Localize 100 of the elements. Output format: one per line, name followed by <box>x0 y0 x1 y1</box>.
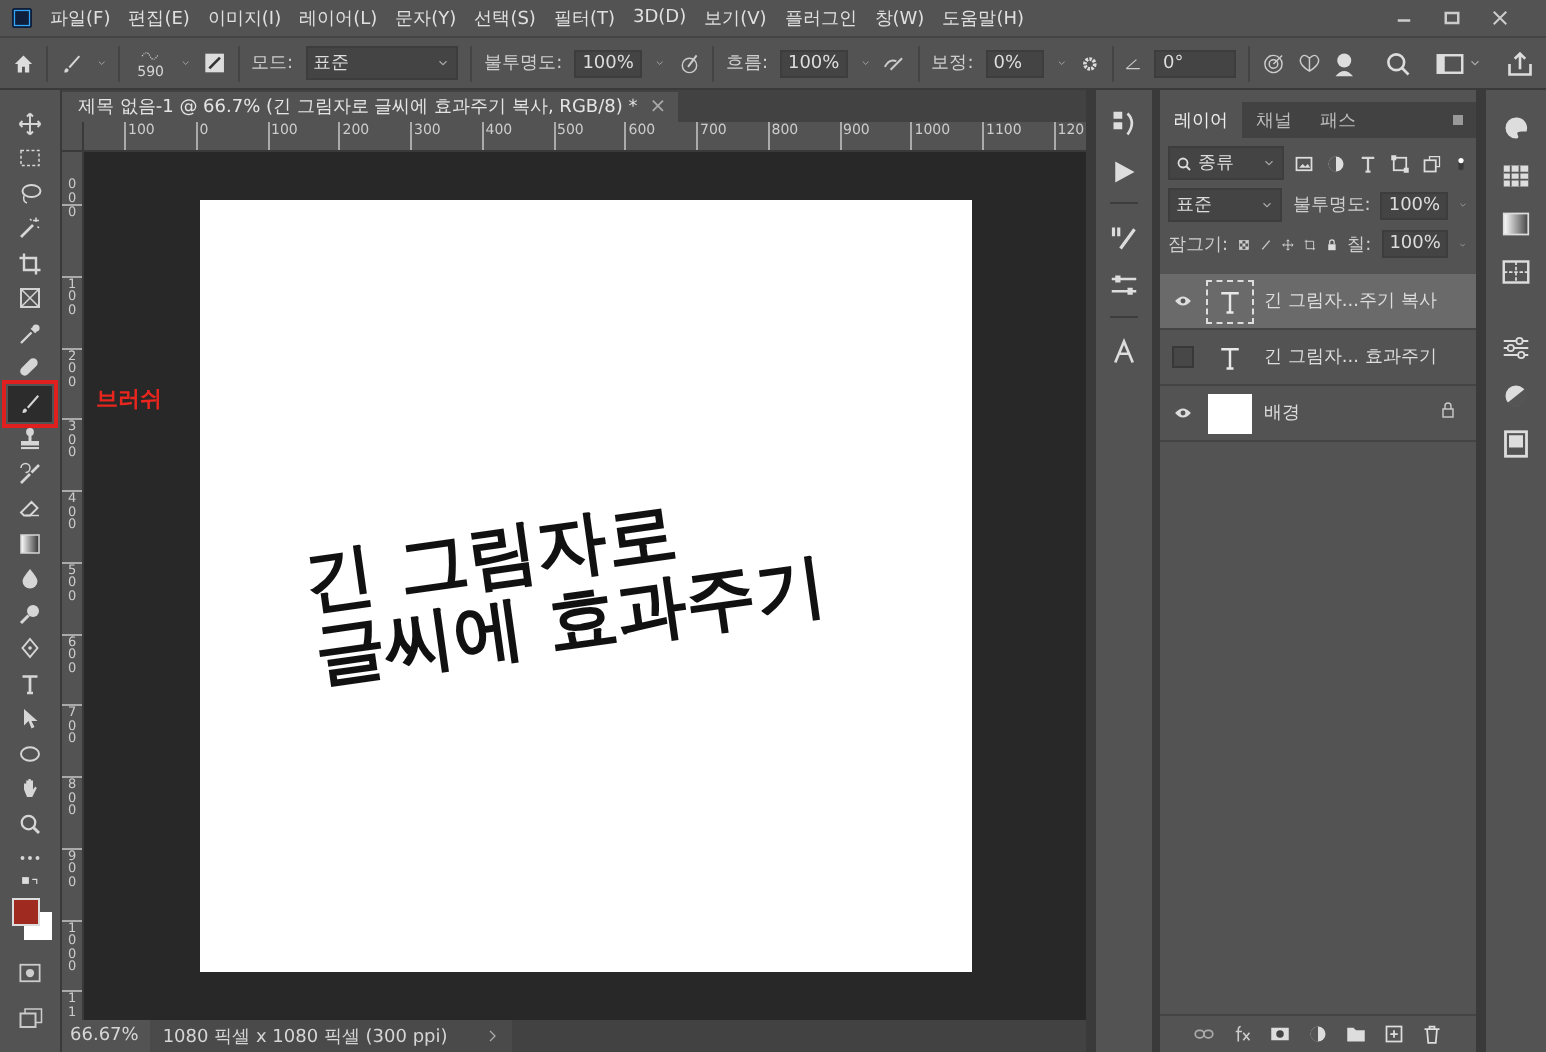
history-brush-icon[interactable] <box>18 461 42 486</box>
menu-item[interactable]: 플러그인 <box>784 5 857 31</box>
share-icon[interactable] <box>1506 49 1534 77</box>
pen-tool-icon[interactable] <box>18 636 42 661</box>
adjustments-sliders-icon[interactable] <box>1502 334 1530 362</box>
brush-settings-icon[interactable] <box>1110 224 1138 252</box>
menu-item[interactable]: 도움말(H) <box>942 5 1024 31</box>
pattern-grid-icon[interactable] <box>1502 258 1530 286</box>
layer-row[interactable]: 배경 <box>1160 386 1476 442</box>
trash-icon[interactable] <box>1422 1024 1442 1044</box>
marquee-tool-icon[interactable] <box>18 146 42 171</box>
image-filter-icon[interactable] <box>1294 153 1314 173</box>
document-tab[interactable]: 제목 없음-1 @ 66.7% (긴 그림자로 글씨에 효과주기 복사, RGB/8) * × <box>62 92 679 122</box>
frame-tool-icon[interactable] <box>18 286 42 311</box>
type-filter-icon[interactable] <box>1358 153 1378 173</box>
opacity-field[interactable]: 100% <box>574 49 642 77</box>
fx-icon[interactable] <box>1232 1024 1252 1044</box>
close-icon[interactable] <box>1490 8 1510 28</box>
move-tool-icon[interactable] <box>18 111 42 136</box>
panel-menu-icon[interactable] <box>1450 112 1466 128</box>
layer-row[interactable]: 긴 그림자... 효과주기 <box>1160 330 1476 386</box>
panel-tab[interactable]: 채널 <box>1242 102 1306 138</box>
tool-button[interactable] <box>8 386 52 421</box>
background-color-swatch[interactable] <box>24 912 52 940</box>
brush-icon[interactable] <box>18 391 42 416</box>
angle-field[interactable]: 0° <box>1154 49 1237 77</box>
lock-brush-icon[interactable] <box>1259 235 1272 253</box>
shape-filter-icon[interactable] <box>1390 153 1410 173</box>
link-icon[interactable] <box>1194 1024 1214 1044</box>
eye-icon[interactable] <box>1173 404 1191 422</box>
menu-item[interactable]: 필터(T) <box>553 5 615 31</box>
pressure-pen-icon[interactable] <box>677 49 701 77</box>
fill-field[interactable]: 100% <box>1381 230 1449 258</box>
play-icon[interactable] <box>1110 158 1138 186</box>
adjustment-filter-icon[interactable] <box>1326 153 1346 173</box>
arrow-pointer-icon[interactable] <box>18 706 42 731</box>
new-layer-icon[interactable] <box>1384 1024 1404 1044</box>
library-book-icon[interactable] <box>1502 430 1530 458</box>
adjustment-layer-icon[interactable] <box>1308 1024 1328 1044</box>
smoothing-field[interactable]: 0% <box>985 49 1045 77</box>
menu-item[interactable]: 문자(Y) <box>395 5 457 31</box>
panel-tab[interactable]: 레이어 <box>1160 102 1242 138</box>
ellipse-tool-icon[interactable] <box>18 741 42 766</box>
filter-dropdown[interactable]: 종류 <box>1168 146 1284 180</box>
hand-tool-icon[interactable] <box>18 776 42 801</box>
brush-panel-icon[interactable] <box>204 50 226 76</box>
menu-item[interactable]: 창(W) <box>874 5 925 31</box>
eraser-icon[interactable] <box>18 496 42 521</box>
smart-object-filter-icon[interactable] <box>1422 153 1442 173</box>
drop-icon[interactable] <box>18 566 42 591</box>
menu-item[interactable]: 레이어(L) <box>299 5 378 31</box>
layer-row[interactable]: 긴 그림자...주기 복사 <box>1160 274 1476 330</box>
foreground-color-swatch[interactable] <box>12 898 40 926</box>
target-pen-icon[interactable] <box>1262 49 1286 77</box>
menu-item[interactable]: 파일(F) <box>50 5 111 31</box>
stamp-icon[interactable] <box>18 426 42 451</box>
crop-tool-icon[interactable] <box>18 251 42 276</box>
lasso-tool-icon[interactable] <box>18 181 42 206</box>
blend-mode-dropdown[interactable]: 표준 <box>1168 188 1283 222</box>
caret-icon[interactable] <box>1468 56 1482 70</box>
quick-mask-icon[interactable] <box>18 962 42 984</box>
sliders-icon[interactable] <box>1110 272 1138 300</box>
gear-icon[interactable] <box>1079 51 1100 75</box>
type-tool-icon[interactable] <box>18 671 42 696</box>
zoom-tool-icon[interactable] <box>18 811 42 836</box>
search-icon[interactable] <box>1384 49 1412 77</box>
gradient-swatch-icon[interactable] <box>1502 210 1530 238</box>
caret-icon[interactable] <box>1260 198 1275 212</box>
lock-move-icon[interactable] <box>1281 235 1294 253</box>
glyph-letter-icon[interactable] <box>1110 338 1138 366</box>
maximize-icon[interactable] <box>1442 8 1462 28</box>
visibility-toggle[interactable] <box>1171 346 1193 368</box>
caret-icon[interactable] <box>436 56 451 70</box>
workspace-icon[interactable] <box>1436 49 1464 77</box>
gradient-icon[interactable] <box>18 531 42 556</box>
lock-artboard-icon[interactable] <box>1303 235 1316 253</box>
tab-close-button[interactable]: × <box>649 96 667 118</box>
menu-item[interactable]: 보기(V) <box>704 5 767 31</box>
magic-wand-icon[interactable] <box>18 216 42 241</box>
eye-icon[interactable] <box>1173 292 1191 310</box>
home-icon[interactable] <box>12 49 35 77</box>
lock-transparency-icon[interactable] <box>1238 235 1250 253</box>
layer-opacity-field[interactable]: 100% <box>1380 191 1449 219</box>
menu-item[interactable]: 편집(E) <box>128 5 190 31</box>
folder-icon[interactable] <box>1346 1024 1366 1044</box>
mode-dropdown[interactable]: 표준 <box>305 46 459 80</box>
magnifier-dodge-icon[interactable] <box>18 601 42 626</box>
mask-icon[interactable] <box>1270 1024 1290 1044</box>
menu-item[interactable]: 이미지(I) <box>207 5 282 31</box>
panel-tab[interactable]: 패스 <box>1306 102 1370 138</box>
history-icon[interactable] <box>1110 110 1138 138</box>
palette-icon[interactable] <box>1502 114 1530 142</box>
half-circle-icon[interactable] <box>1502 382 1530 410</box>
menu-item[interactable]: 3D(D) <box>632 8 687 28</box>
lock-icon[interactable] <box>1325 235 1338 253</box>
flow-field[interactable]: 100% <box>779 49 848 77</box>
screen-mode-icon[interactable] <box>17 1006 43 1030</box>
swatches-grid-icon[interactable] <box>1502 162 1530 190</box>
eyedropper-icon[interactable] <box>18 321 42 346</box>
caret-icon[interactable] <box>1262 156 1276 170</box>
